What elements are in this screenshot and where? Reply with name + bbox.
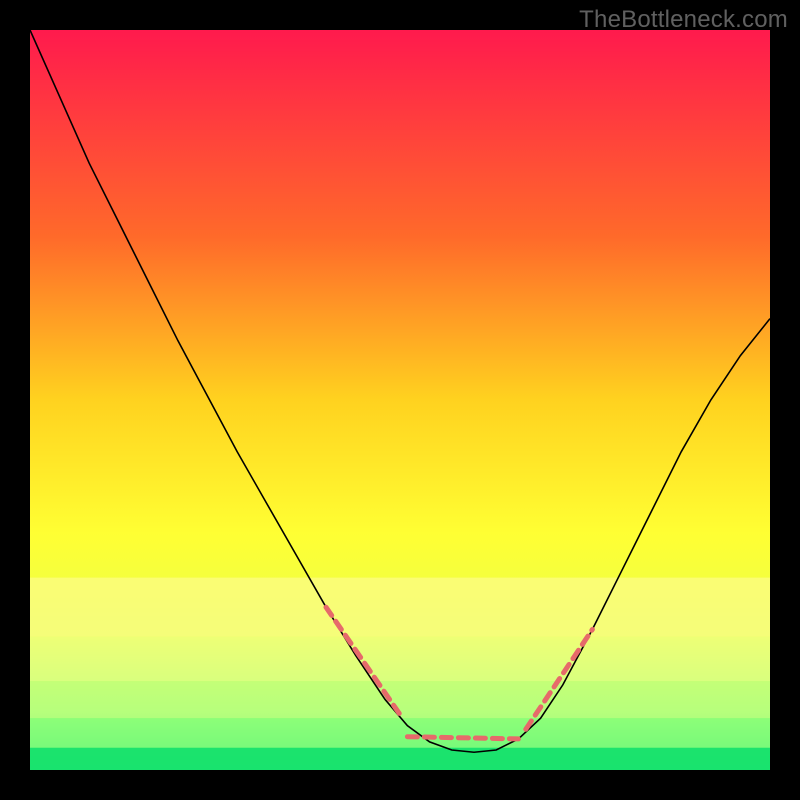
- bottom-bands: [30, 578, 770, 770]
- bottleneck-chart: [30, 30, 770, 770]
- plot-area: [30, 30, 770, 770]
- chart-frame: TheBottleneck.com: [0, 0, 800, 800]
